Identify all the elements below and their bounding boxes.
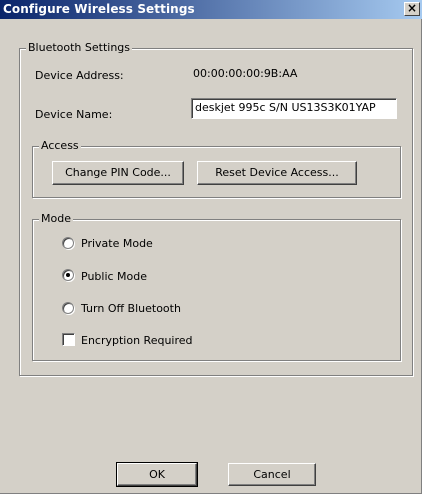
- device-address-label: Device Address:: [35, 69, 124, 82]
- title-bar[interactable]: Configure Wireless Settings ×: [0, 0, 422, 19]
- mode-label: Mode: [39, 212, 73, 226]
- encryption-required-label[interactable]: Encryption Required: [81, 334, 193, 348]
- device-name-field[interactable]: deskjet 995c S/N US13S3K01YAP: [191, 98, 397, 119]
- dialog-title: Configure Wireless Settings: [3, 2, 195, 16]
- access-label: Access: [39, 139, 81, 153]
- close-button[interactable]: ×: [404, 2, 420, 16]
- change-pin-button[interactable]: Change PIN Code...: [52, 161, 184, 185]
- cancel-button[interactable]: Cancel: [228, 463, 316, 486]
- dialog-window: Configure Wireless Settings × Bluetooth …: [0, 0, 422, 494]
- turn-off-bluetooth-label[interactable]: Turn Off Bluetooth: [81, 302, 181, 316]
- private-mode-label[interactable]: Private Mode: [81, 237, 153, 251]
- device-name-label: Device Name:: [35, 108, 113, 121]
- private-mode-radio[interactable]: [62, 237, 74, 249]
- radio-selected-dot: [66, 273, 70, 277]
- close-icon: ×: [406, 1, 418, 15]
- turn-off-bluetooth-radio[interactable]: [62, 302, 74, 314]
- bluetooth-settings-label: Bluetooth Settings: [26, 41, 133, 55]
- public-mode-radio[interactable]: [62, 269, 74, 281]
- encryption-required-checkbox[interactable]: [62, 333, 75, 346]
- reset-device-access-button[interactable]: Reset Device Access...: [197, 161, 357, 185]
- ok-button[interactable]: OK: [116, 462, 198, 487]
- device-address-value: 00:00:00:00:9B:AA: [193, 67, 298, 80]
- public-mode-label[interactable]: Public Mode: [81, 270, 147, 284]
